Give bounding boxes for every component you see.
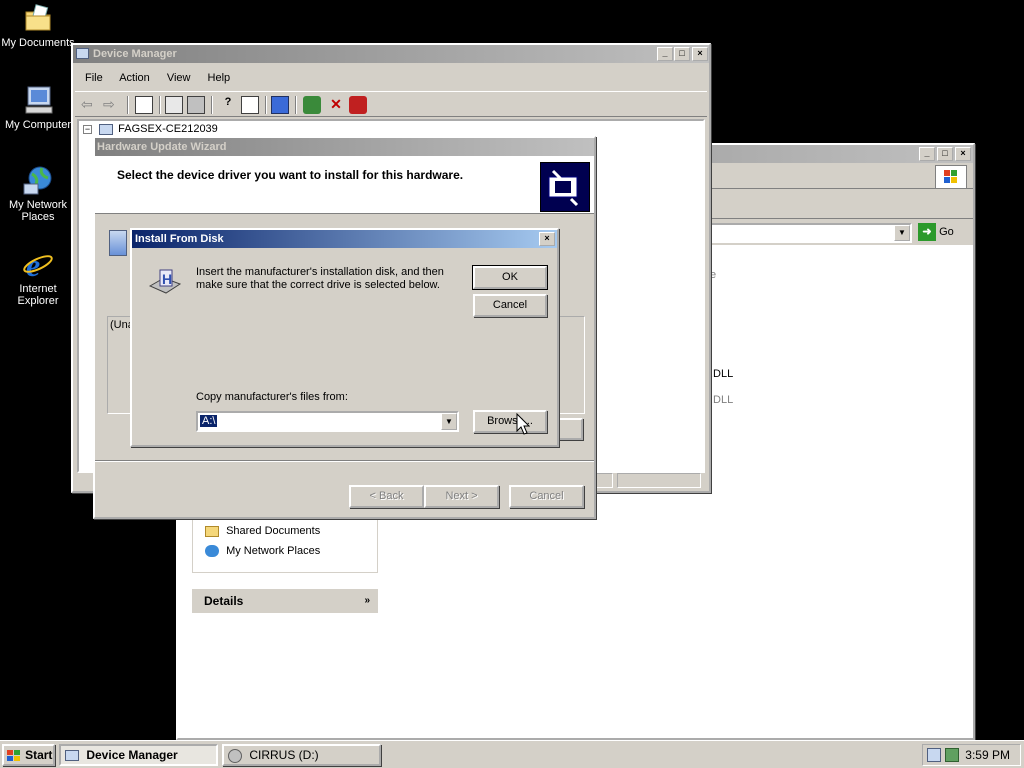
- back-arrow-icon[interactable]: ⇦: [81, 96, 99, 114]
- window-title: Hardware Update Wizard: [97, 141, 227, 153]
- window-title: Device Manager: [93, 48, 177, 60]
- forward-arrow-icon[interactable]: ⇨: [103, 96, 121, 114]
- svg-text:H: H: [162, 271, 172, 287]
- back-button[interactable]: < Back: [349, 485, 424, 508]
- mouse-cursor-icon: [516, 412, 531, 435]
- close-button[interactable]: ×: [955, 147, 971, 161]
- dialog-message: Insert the manufacturer's installation d…: [196, 266, 444, 291]
- dialog-titlebar: Install From Disk: [132, 230, 557, 248]
- menu-help[interactable]: Help: [208, 72, 231, 84]
- maximize-button[interactable]: □: [674, 47, 690, 61]
- windows-logo-icon: [935, 165, 967, 189]
- desktop-icon-label: My Network Places: [8, 199, 68, 223]
- network-warning-icon[interactable]: [927, 748, 941, 762]
- next-button[interactable]: Next >: [424, 485, 499, 508]
- system-tray: 3:59 PM: [922, 744, 1021, 766]
- show-hide-tree-icon[interactable]: [135, 96, 153, 114]
- computer-icon: [76, 48, 89, 59]
- clock[interactable]: 3:59 PM: [965, 748, 1010, 762]
- details-label: Details: [204, 594, 244, 608]
- minimize-button[interactable]: _: [919, 147, 935, 161]
- path-combobox[interactable]: A:\ ▼: [196, 411, 459, 432]
- close-button[interactable]: ×: [692, 47, 708, 61]
- copy-from-label: Copy manufacturer's files from:: [196, 391, 348, 403]
- close-button[interactable]: ×: [539, 232, 555, 246]
- desktop-icon-label: Internet Explorer: [17, 283, 59, 307]
- start-label: Start: [25, 748, 53, 762]
- maximize-button[interactable]: □: [937, 147, 953, 161]
- go-button[interactable]: ➜ Go: [918, 223, 958, 243]
- cancel-button[interactable]: Cancel: [473, 294, 547, 317]
- desktop-icon-my-documents[interactable]: My Documents: [0, 2, 76, 49]
- browse-button[interactable]: Browse...: [473, 410, 547, 433]
- cancel-button[interactable]: Cancel: [509, 485, 584, 508]
- view-icon[interactable]: [241, 96, 259, 114]
- cd-drive-icon: [228, 748, 242, 763]
- wizard-titlebar: Hardware Update Wizard: [95, 138, 594, 156]
- wizard-heading: Select the device driver you want to ins…: [117, 168, 464, 182]
- taskbar-task-cirrus[interactable]: CIRRUS (D:): [222, 744, 381, 766]
- menu-file[interactable]: File: [85, 72, 103, 84]
- floppy-disk-icon: H: [148, 266, 182, 298]
- menubar: File Action View Help: [85, 72, 244, 84]
- start-button[interactable]: Start: [2, 744, 55, 766]
- tree-root-label: FAGSEX-CE212039: [118, 123, 218, 135]
- internet-explorer-icon: e: [22, 247, 54, 283]
- menu-action[interactable]: Action: [119, 72, 150, 84]
- folder-icon: [205, 525, 219, 537]
- network-globe-icon: [22, 164, 54, 196]
- go-arrow-icon: ➜: [918, 223, 936, 241]
- file-partial-text[interactable]: .DLL: [710, 368, 733, 380]
- desktop-icon-internet-explorer[interactable]: e Internet Explorer: [0, 247, 76, 307]
- chevron-down-icon[interactable]: »: [364, 589, 370, 613]
- folder-document-icon: [22, 2, 54, 34]
- other-places-label: My Network Places: [226, 545, 321, 557]
- help-icon[interactable]: ?: [219, 96, 237, 114]
- details-header[interactable]: Details »: [192, 589, 378, 613]
- update-driver-icon[interactable]: [303, 96, 321, 114]
- other-places-item[interactable]: My Network Places: [205, 545, 321, 558]
- network-connection-icon[interactable]: [945, 748, 959, 762]
- file-partial-text[interactable]: .DLL: [710, 394, 733, 406]
- device-chip-icon: [109, 230, 127, 256]
- other-places-label: Shared Documents: [226, 525, 321, 537]
- desktop-icon-label: My Computer: [4, 119, 72, 131]
- task-label: CIRRUS (D:): [249, 748, 319, 762]
- go-label: Go: [939, 226, 954, 238]
- hardware-wizard-icon: [540, 162, 590, 212]
- window-title: Install From Disk: [135, 233, 224, 245]
- properties-icon[interactable]: [165, 96, 183, 114]
- ok-button[interactable]: OK: [472, 265, 548, 290]
- other-places-item[interactable]: Shared Documents: [205, 525, 320, 537]
- install-from-disk-dialog: Install From Disk × H Insert the manufac…: [130, 228, 559, 447]
- windows-logo-icon: [6, 749, 22, 763]
- task-label: Device Manager: [86, 748, 178, 762]
- wizard-header: Select the device driver you want to ins…: [95, 156, 594, 214]
- path-value[interactable]: A:\: [200, 415, 218, 427]
- address-dropdown-button[interactable]: ▼: [894, 225, 910, 241]
- chevron-down-icon[interactable]: ▼: [441, 413, 457, 430]
- minimize-button[interactable]: _: [657, 47, 673, 61]
- network-places-icon: [205, 545, 219, 558]
- print-icon[interactable]: [187, 96, 205, 114]
- computer-icon: [65, 750, 79, 762]
- desktop-icon-my-network-places[interactable]: My Network Places: [0, 164, 76, 223]
- computer-icon: [22, 84, 54, 116]
- toolbar: ⇦ ⇨ ? ✕: [75, 91, 707, 117]
- collapse-icon[interactable]: −: [83, 125, 92, 134]
- uninstall-icon[interactable]: ✕: [327, 96, 345, 114]
- disable-device-icon[interactable]: [349, 96, 367, 114]
- taskbar-task-device-manager[interactable]: Device Manager: [59, 744, 218, 766]
- tree-root[interactable]: − FAGSEX-CE212039: [83, 123, 218, 135]
- scan-hardware-icon[interactable]: [271, 96, 289, 114]
- taskbar: Start Device Manager CIRRUS (D:) 3:59 PM: [0, 740, 1024, 768]
- desktop-icon-my-computer[interactable]: My Computer: [0, 84, 76, 131]
- wizard-divider: [95, 460, 594, 462]
- desktop-icon-label: My Documents: [1, 37, 75, 49]
- device-manager-titlebar: Device Manager: [73, 45, 709, 63]
- menu-view[interactable]: View: [167, 72, 191, 84]
- computer-icon: [99, 123, 114, 135]
